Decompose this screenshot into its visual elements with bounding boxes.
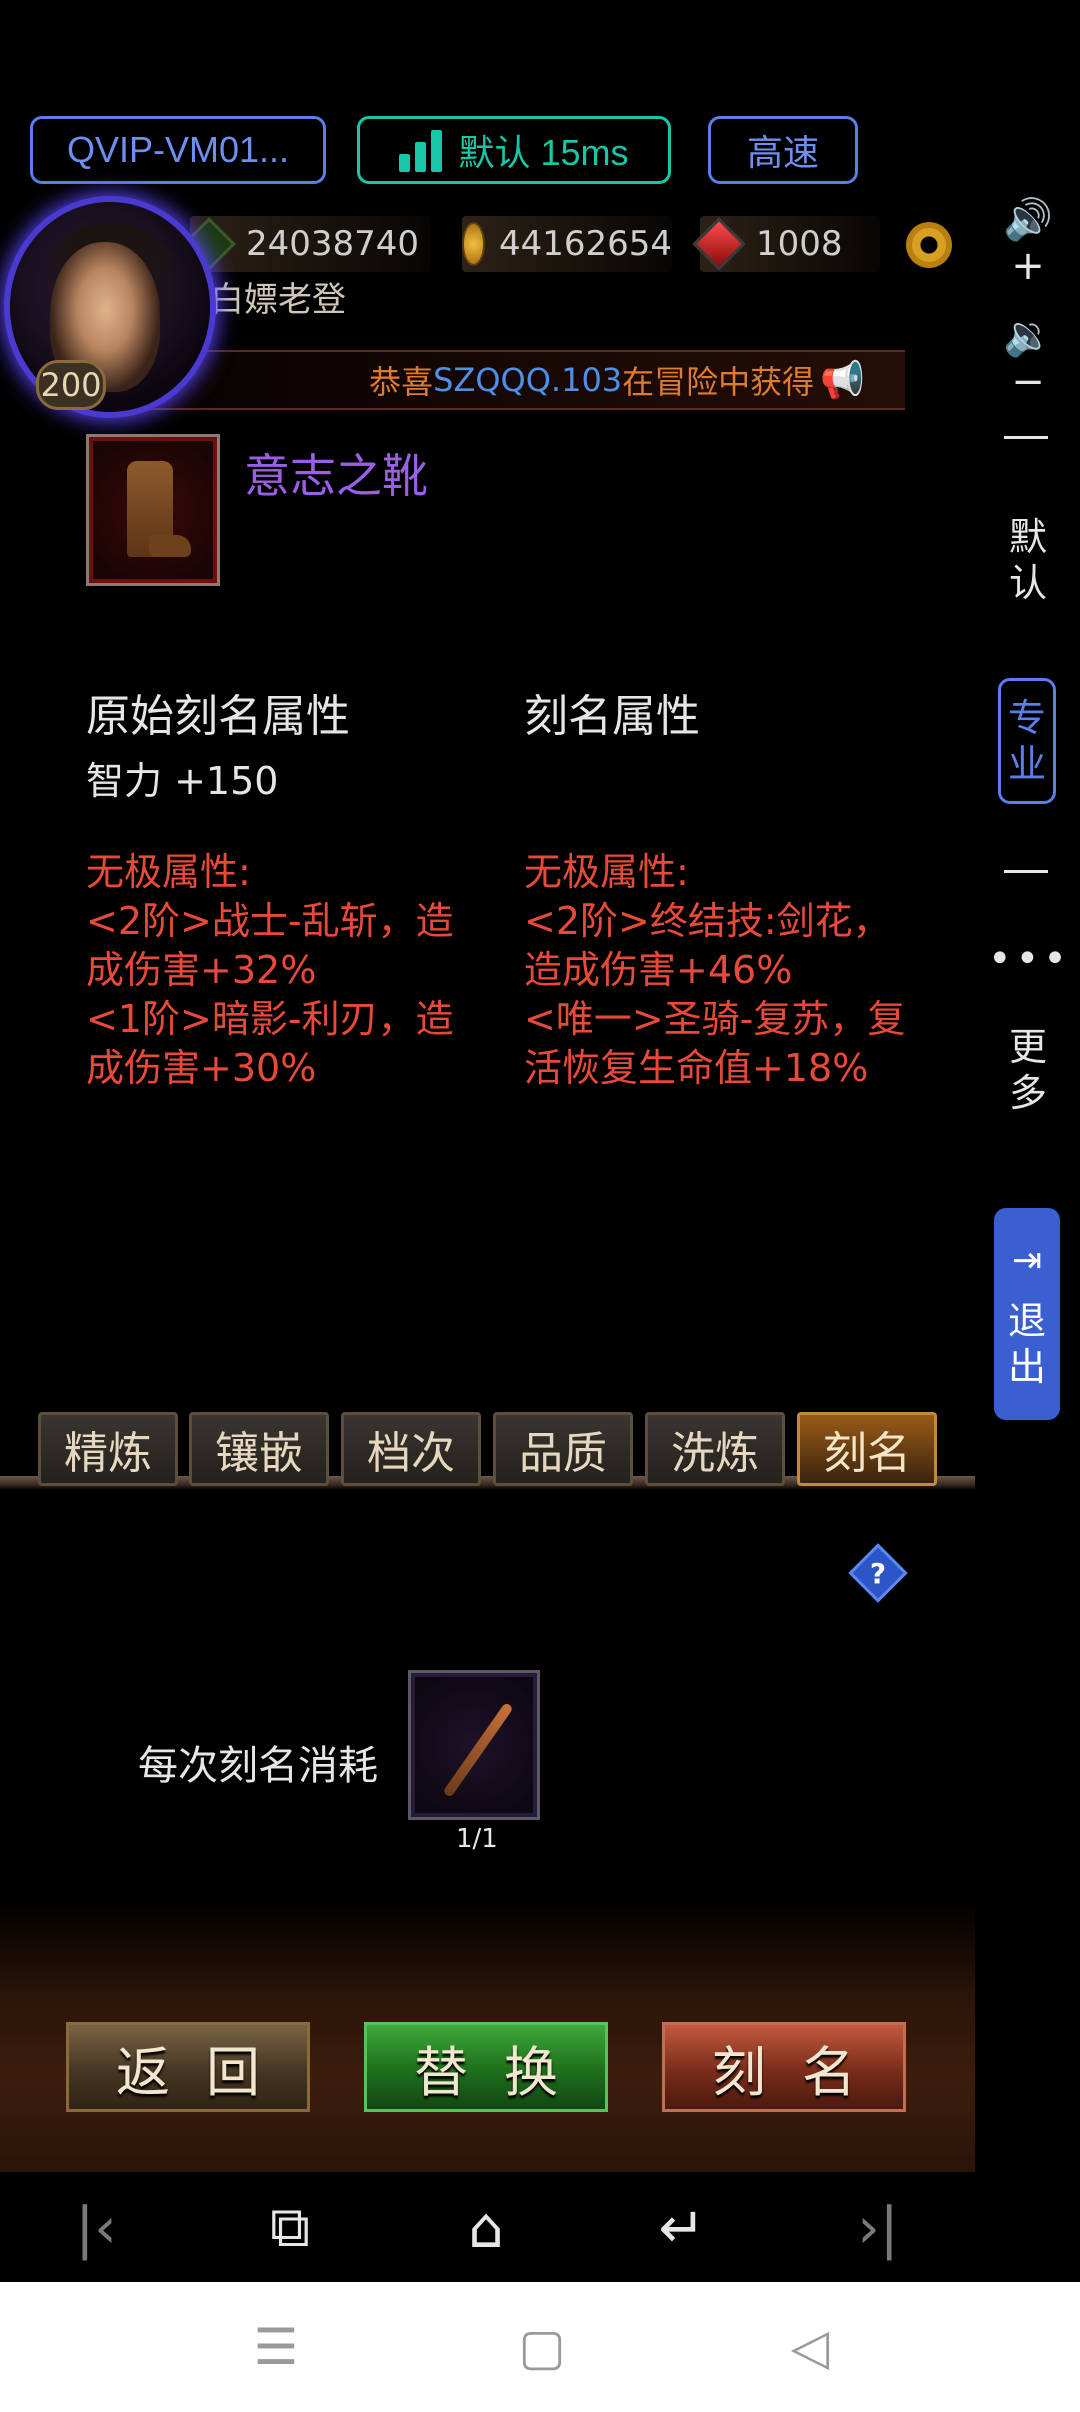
engraved-attr-line: <唯一>圣骑-复苏，复 bbox=[524, 997, 906, 1041]
engraved-attr-list: 无极属性: <2阶>终结技:剑花， 造成伤害+46% <唯一>圣骑-复苏，复 活… bbox=[524, 848, 924, 1093]
more-label: 更多 bbox=[1008, 1025, 1047, 1115]
boot-icon bbox=[127, 461, 191, 557]
exit-label: 退出 bbox=[1007, 1299, 1046, 1389]
more-button[interactable]: 更多 bbox=[988, 1024, 1068, 1116]
gem-value: 1008 bbox=[756, 224, 843, 264]
cost-label: 每次刻名消耗 bbox=[138, 1743, 378, 1789]
marquee-suffix: 在冒险中获得 bbox=[622, 363, 815, 401]
pro-mode-button[interactable]: 专业 bbox=[998, 678, 1056, 804]
staff-icon bbox=[442, 1702, 514, 1798]
gem-stat: 1008 bbox=[692, 216, 880, 272]
vip-server-button[interactable]: QVIP-VM01... bbox=[30, 116, 326, 184]
exit-icon: ⇥ bbox=[1011, 1240, 1043, 1281]
engraved-attr-line: 造成伤害+46% bbox=[524, 948, 793, 992]
tab-inlay[interactable]: 镶嵌 bbox=[189, 1412, 329, 1486]
original-attr-line: 成伤害+30% bbox=[86, 1046, 317, 1090]
gold-coin-icon bbox=[462, 222, 485, 266]
engraved-attr-header: 刻名属性 bbox=[524, 691, 700, 742]
level-badge: 200 bbox=[36, 360, 106, 410]
default-mode-label: 默认 bbox=[1008, 515, 1047, 605]
help-icon[interactable]: ? bbox=[848, 1543, 908, 1603]
tab-reforge[interactable]: 洗炼 bbox=[645, 1412, 785, 1486]
megaphone-icon: 📢 bbox=[820, 360, 865, 401]
player-name: 白嫖老登 bbox=[210, 280, 346, 320]
menu-icon[interactable]: ☰ bbox=[246, 2318, 306, 2376]
latency-button[interactable]: 默认 15ms bbox=[357, 116, 671, 184]
cost-count: 1/1 bbox=[456, 1824, 498, 1854]
first-page-icon[interactable]: |‹ bbox=[64, 2196, 128, 2261]
back-triangle-icon[interactable]: ◁ bbox=[780, 2318, 840, 2376]
stamina-value: 24038740 bbox=[246, 224, 420, 264]
home-square-icon[interactable]: ▢ bbox=[512, 2318, 572, 2376]
tab-quality[interactable]: 品质 bbox=[493, 1412, 633, 1486]
tab-grade[interactable]: 档次 bbox=[341, 1412, 481, 1486]
original-attr-list: 无极属性: <2阶>战士-乱斩，造 成伤害+32% <1阶>暗影-利刃，造 成伤… bbox=[86, 848, 466, 1093]
home-icon[interactable]: ⌂ bbox=[454, 2196, 518, 2261]
engraved-attr-line: <2阶>终结技:剑花， bbox=[524, 899, 891, 943]
latency-label: 默认 15ms bbox=[458, 132, 629, 173]
back-button[interactable]: 返回 bbox=[66, 2022, 310, 2112]
stamina-stat: 24038740 bbox=[182, 216, 430, 272]
volume-down-icon[interactable]: 🔉− bbox=[988, 312, 1068, 405]
speed-mode-button[interactable]: 高速 bbox=[708, 116, 858, 184]
tabs-icon[interactable]: ⧉ bbox=[258, 2195, 322, 2260]
tab-refine[interactable]: 精炼 bbox=[38, 1412, 178, 1486]
gold-value: 44162654 bbox=[498, 224, 672, 264]
more-dots-icon[interactable]: ••• bbox=[988, 936, 1068, 982]
marquee-player: SZQQQ.103 bbox=[433, 361, 623, 399]
original-attr-line: 无极属性: bbox=[86, 850, 251, 894]
original-base-attr: 智力 +150 bbox=[86, 759, 279, 803]
gear-icon[interactable] bbox=[906, 222, 952, 268]
original-attr-line: <2阶>战士-乱斩，造 bbox=[86, 899, 454, 943]
speed-mode-label: 高速 bbox=[746, 132, 819, 173]
signal-bars-icon bbox=[399, 128, 443, 172]
original-attr-line: <1阶>暗影-利刃，造 bbox=[86, 997, 454, 1041]
replace-button[interactable]: 替换 bbox=[364, 2022, 608, 2112]
engrave-button[interactable]: 刻名 bbox=[662, 2022, 906, 2112]
announcement-marquee: 恭喜 SZQQQ.103 在冒险中获得 📢 bbox=[140, 350, 905, 410]
engraved-attr-line: 活恢复生命值+18% bbox=[524, 1046, 869, 1090]
original-attr-header: 原始刻名属性 bbox=[86, 691, 350, 742]
original-attr-line: 成伤害+32% bbox=[86, 948, 317, 992]
gold-stat: 44162654 bbox=[462, 216, 672, 272]
cost-item-slot[interactable] bbox=[408, 1670, 540, 1820]
pro-mode-label: 专业 bbox=[1007, 696, 1046, 786]
tab-engrave[interactable]: 刻名 bbox=[797, 1412, 937, 1486]
red-gem-icon bbox=[692, 217, 746, 271]
engraved-attr-line: 无极属性: bbox=[524, 850, 689, 894]
item-slot[interactable] bbox=[86, 434, 220, 586]
last-page-icon[interactable]: ›| bbox=[846, 2196, 910, 2261]
vip-server-label: QVIP-VM01... bbox=[66, 129, 290, 170]
default-mode-button[interactable]: 默认 bbox=[988, 514, 1068, 606]
volume-up-icon[interactable]: 🔊+ bbox=[988, 196, 1068, 289]
return-icon[interactable]: ↵ bbox=[650, 2196, 714, 2261]
exit-button[interactable]: ⇥ 退出 bbox=[994, 1208, 1060, 1420]
item-name: 意志之靴 bbox=[244, 449, 428, 503]
marquee-prefix: 恭喜 bbox=[369, 363, 434, 401]
